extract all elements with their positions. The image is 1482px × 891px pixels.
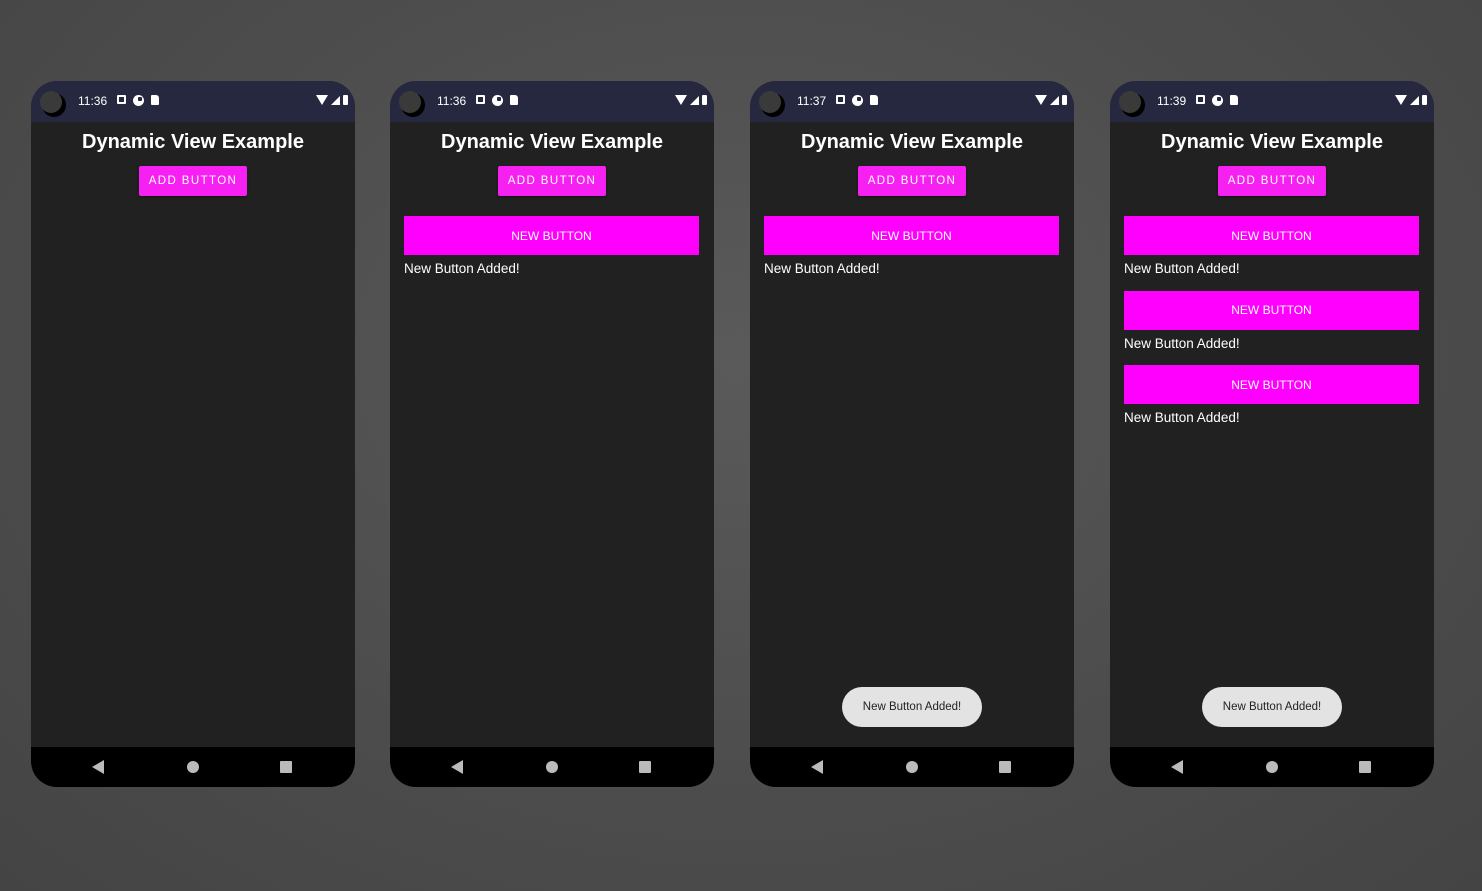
status-bar: 11:39 — [1110, 81, 1434, 122]
app-title: Dynamic View Example — [441, 131, 663, 153]
navigation-bar — [390, 747, 714, 787]
app-title: Dynamic View Example — [801, 131, 1023, 153]
battery-icon — [1062, 95, 1067, 105]
new-button[interactable]: NEW BUTTON — [764, 216, 1059, 255]
dynamic-list: NEW BUTTON New Button Added! — [404, 216, 699, 291]
status-time: 11:39 — [1157, 94, 1187, 108]
sd-card-icon — [870, 95, 878, 105]
add-button[interactable]: ADD BUTTON — [1218, 166, 1326, 196]
navigation-bar — [31, 747, 355, 787]
wifi-icon — [1395, 95, 1407, 105]
sd-card-icon — [1230, 95, 1238, 105]
notification-icons — [1196, 95, 1238, 106]
home-icon[interactable] — [1266, 761, 1278, 773]
new-button[interactable]: NEW BUTTON — [404, 216, 699, 255]
notification-icons — [836, 95, 878, 106]
sd-card-icon — [510, 95, 518, 105]
recents-icon[interactable] — [1359, 761, 1371, 773]
back-icon[interactable] — [811, 760, 823, 774]
notification-g-icon — [133, 95, 144, 106]
camera-hole — [759, 91, 781, 113]
toast-message: New Button Added! — [1202, 687, 1342, 727]
wifi-icon — [675, 95, 687, 105]
notification-g-icon — [852, 95, 863, 106]
dynamic-item: NEW BUTTON New Button Added! — [404, 216, 699, 291]
add-button[interactable]: ADD BUTTON — [139, 166, 247, 196]
camera-hole — [399, 91, 421, 113]
new-button-added-text: New Button Added! — [1124, 335, 1240, 351]
system-icons — [675, 95, 707, 105]
dynamic-item: NEW BUTTON New Button Added! — [1124, 290, 1419, 366]
recents-icon[interactable] — [280, 761, 292, 773]
dynamic-list: NEW BUTTON New Button Added! NEW BUTTON … — [1124, 216, 1419, 440]
notification-icons — [117, 95, 159, 106]
navigation-bar — [750, 747, 1074, 787]
new-button-added-text: New Button Added! — [404, 261, 520, 276]
status-time: 11:36 — [78, 94, 108, 108]
app-title: Dynamic View Example — [82, 131, 304, 153]
phone-screen-3: 11:37 Dynamic View Example ADD BUTTON NE… — [750, 81, 1074, 787]
back-icon[interactable] — [451, 760, 463, 774]
new-button-added-text: New Button Added! — [1124, 261, 1240, 276]
cell-signal-icon — [331, 96, 340, 105]
new-button-added-text: New Button Added! — [1124, 410, 1240, 425]
add-button[interactable]: ADD BUTTON — [858, 166, 966, 196]
phone-screens: 11:36 Dynamic View Example ADD BUTTON 11… — [31, 81, 1435, 787]
phone-screen-2: 11:36 Dynamic View Example ADD BUTTON NE… — [390, 81, 714, 787]
home-icon[interactable] — [906, 761, 918, 773]
back-icon[interactable] — [1171, 760, 1183, 774]
recents-icon[interactable] — [999, 761, 1011, 773]
home-icon[interactable] — [187, 761, 199, 773]
battery-icon — [702, 95, 707, 105]
back-icon[interactable] — [92, 760, 104, 774]
toast-message: New Button Added! — [842, 687, 982, 727]
status-time: 11:37 — [797, 94, 827, 108]
system-icons — [1035, 95, 1067, 105]
phone-screen-1: 11:36 Dynamic View Example ADD BUTTON — [31, 81, 355, 787]
notification-a-icon — [836, 95, 845, 104]
new-button[interactable]: NEW BUTTON — [1124, 290, 1419, 330]
wifi-icon — [1035, 95, 1047, 105]
dynamic-item: NEW BUTTON New Button Added! — [1124, 365, 1419, 440]
recents-icon[interactable] — [639, 761, 651, 773]
cell-signal-icon — [1410, 96, 1419, 105]
dynamic-list: NEW BUTTON New Button Added! — [764, 216, 1059, 291]
system-icons — [1395, 95, 1427, 105]
cell-signal-icon — [1050, 96, 1059, 105]
system-icons — [316, 95, 348, 105]
dynamic-item: NEW BUTTON New Button Added! — [764, 216, 1059, 291]
new-button[interactable]: NEW BUTTON — [1124, 365, 1419, 404]
camera-hole — [1119, 91, 1141, 113]
status-bar: 11:36 — [31, 81, 355, 122]
home-icon[interactable] — [546, 761, 558, 773]
notification-a-icon — [117, 95, 126, 104]
app-title: Dynamic View Example — [1161, 131, 1383, 153]
dynamic-item: NEW BUTTON New Button Added! — [1124, 216, 1419, 291]
sd-card-icon — [151, 95, 159, 105]
cell-signal-icon — [690, 96, 699, 105]
battery-icon — [343, 95, 348, 105]
notification-icons — [476, 95, 518, 106]
new-button[interactable]: NEW BUTTON — [1124, 216, 1419, 255]
status-time: 11:36 — [437, 94, 467, 108]
notification-a-icon — [1196, 95, 1205, 104]
navigation-bar — [1110, 747, 1434, 787]
add-button[interactable]: ADD BUTTON — [498, 166, 606, 196]
wifi-icon — [316, 95, 328, 105]
notification-g-icon — [492, 95, 503, 106]
phone-screen-4: 11:39 Dynamic View Example ADD BUTTON NE… — [1110, 81, 1434, 787]
status-bar: 11:37 — [750, 81, 1074, 122]
status-bar: 11:36 — [390, 81, 714, 122]
notification-a-icon — [476, 95, 485, 104]
battery-icon — [1422, 95, 1427, 105]
camera-hole — [40, 91, 62, 113]
new-button-added-text: New Button Added! — [764, 261, 880, 276]
notification-g-icon — [1212, 95, 1223, 106]
